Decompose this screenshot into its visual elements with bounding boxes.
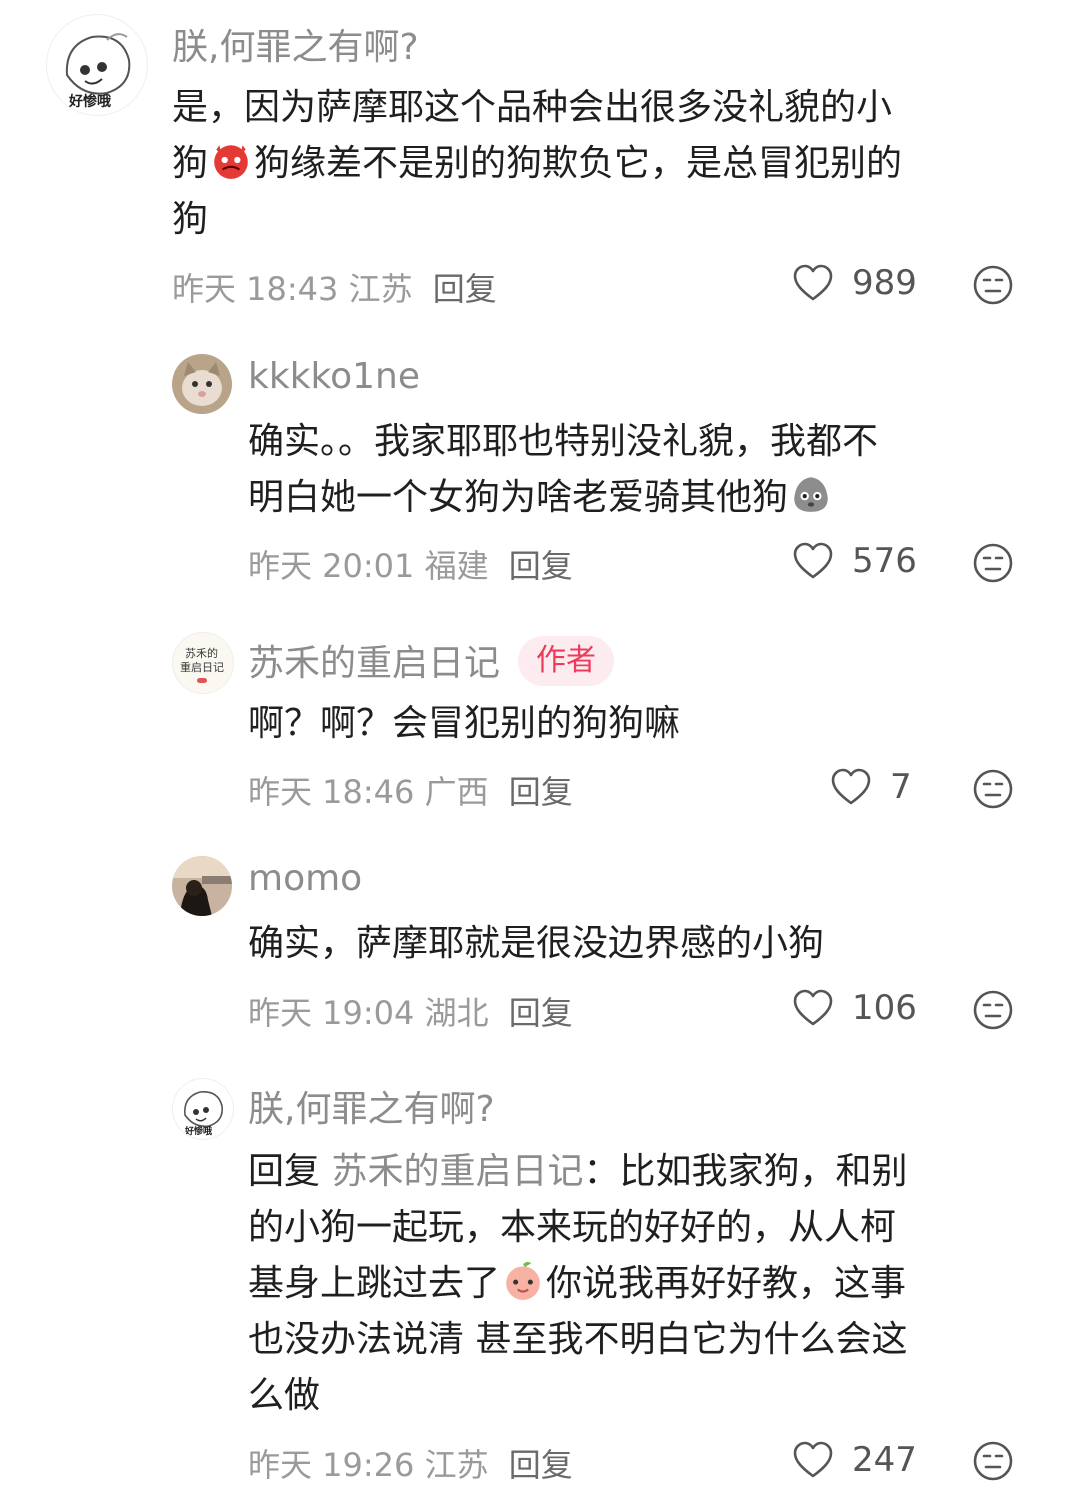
neutral-face-icon — [973, 265, 1013, 305]
heart-outline-icon — [793, 1441, 833, 1478]
avatar-dot — [197, 678, 207, 683]
heart-outline-icon — [793, 264, 833, 301]
like-count: 247 — [852, 1440, 917, 1480]
reply-prefix: 回复 — [248, 1151, 321, 1192]
username[interactable]: kkkko1ne — [248, 356, 420, 397]
comment-meta: 昨天 18:46 广西 回复 — [248, 767, 573, 813]
comment-text: 是，因为萨摩耶这个品种会出很多没礼貌的小 狗狗缘差不是别的狗欺负它，是总冒犯别的… — [172, 87, 903, 240]
timestamp-location: 昨天 19:26 江苏 — [248, 1446, 489, 1484]
author-badge: 作者 — [518, 636, 615, 686]
timestamp-location: 昨天 18:46 广西 — [248, 773, 489, 811]
neutral-face-icon — [973, 1441, 1013, 1481]
comment-meta: 昨天 19:04 湖北 回复 — [248, 988, 573, 1034]
heart-outline-icon — [793, 989, 833, 1026]
like-button[interactable]: 7 — [830, 767, 912, 807]
timestamp-location: 昨天 18:43 江苏 — [172, 270, 413, 308]
like-button[interactable]: 106 — [792, 988, 917, 1028]
comment-meta: 昨天 19:26 江苏 回复 — [248, 1440, 573, 1486]
dislike-button[interactable] — [972, 264, 1014, 306]
reply-target-username[interactable]: 苏禾的重启日记 — [331, 1151, 583, 1192]
reply-button[interactable]: 回复 — [509, 547, 573, 585]
reply-button[interactable]: 回复 — [433, 270, 497, 308]
avatar[interactable] — [172, 354, 232, 414]
comment-text: 回复 苏禾的重启日记：比如我家狗，和别 的小狗一起玩，本来玩的好好的，从人柯 基… — [248, 1151, 908, 1416]
like-count: 989 — [852, 263, 917, 303]
comment-meta: 昨天 18:43 江苏 回复 — [172, 264, 497, 310]
dislike-button[interactable] — [972, 1440, 1014, 1482]
comment-text: 确实，萨摩耶就是很没边界感的小狗 — [248, 923, 825, 964]
avatar[interactable]: 苏禾的 重启日记 — [172, 632, 234, 694]
username[interactable]: 朕,何罪之有啊? — [172, 18, 419, 70]
avatar-caption: 好惨哦 — [69, 94, 111, 110]
like-count: 7 — [890, 767, 912, 807]
peach-face-emoji — [506, 1261, 540, 1300]
like-count: 576 — [852, 541, 917, 581]
like-button[interactable]: 989 — [792, 263, 917, 303]
neutral-face-icon — [973, 543, 1013, 583]
timestamp-location: 昨天 19:04 湖北 — [248, 994, 489, 1032]
comment-meta: 昨天 20:01 福建 回复 — [248, 541, 573, 587]
avatar[interactable]: 好惨哦 — [172, 1078, 234, 1140]
reply-button[interactable]: 回复 — [509, 773, 573, 811]
portrait-photo-icon — [172, 856, 232, 916]
like-count: 106 — [852, 988, 917, 1028]
neutral-face-icon — [973, 769, 1013, 809]
cat-photo-icon — [172, 354, 232, 414]
grey-face-emoji — [794, 477, 828, 512]
timestamp-location: 昨天 20:01 福建 — [248, 547, 489, 585]
heart-outline-icon — [831, 768, 871, 805]
neutral-face-icon — [973, 990, 1013, 1030]
dislike-button[interactable] — [972, 768, 1014, 810]
avatar-caption: 好惨哦 — [185, 1127, 213, 1137]
like-button[interactable]: 576 — [792, 541, 917, 581]
comment-text: 啊？啊？会冒犯别的狗狗嘛 — [248, 703, 681, 744]
comment-text: 确实。。我家耶耶也特别没礼貌，我都不 明白她一个女狗为啥老爱骑其他狗 — [248, 421, 879, 518]
reply-button[interactable]: 回复 — [509, 994, 573, 1032]
username[interactable]: momo — [248, 858, 362, 899]
avatar[interactable] — [172, 856, 232, 916]
reply-button[interactable]: 回复 — [509, 1446, 573, 1484]
dislike-button[interactable] — [972, 989, 1014, 1031]
like-button[interactable]: 247 — [792, 1440, 917, 1480]
devil-face-emoji — [214, 145, 248, 179]
heart-outline-icon — [793, 542, 833, 579]
avatar-caption: 重启日记 — [180, 661, 224, 674]
dislike-button[interactable] — [972, 542, 1014, 584]
username[interactable]: 朕,何罪之有啊? — [248, 1080, 495, 1132]
avatar[interactable]: 好惨哦 — [46, 14, 148, 116]
username[interactable]: 苏禾的重启日记 作者 — [248, 634, 615, 690]
